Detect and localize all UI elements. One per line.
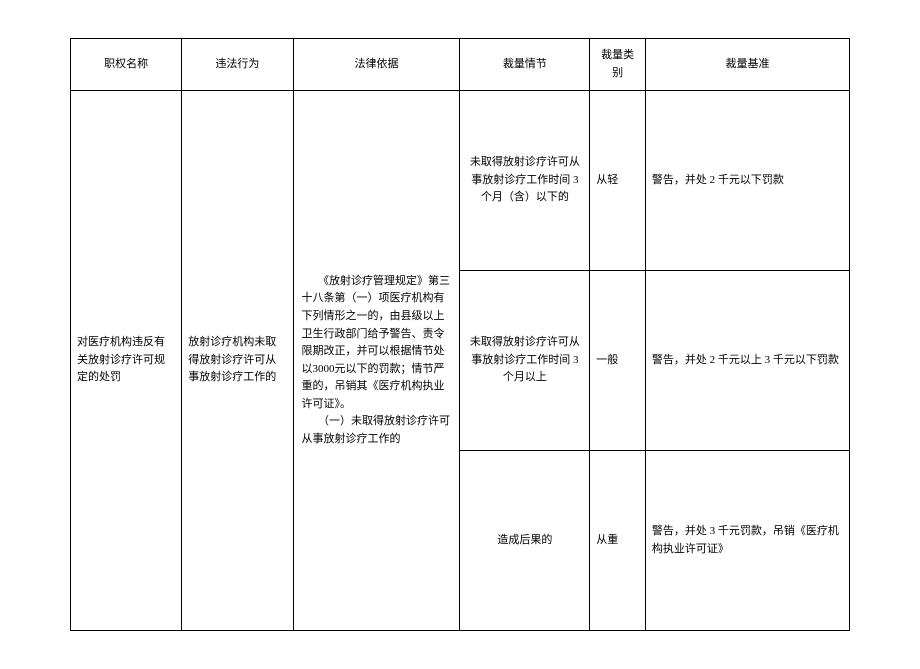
cell-standard: 警告，并处 3 千元罚款，吊销《医疗机构执业许可证》 <box>645 451 849 631</box>
header-category: 裁量类别 <box>590 39 646 91</box>
cell-violation: 放射诊疗机构未取得放射诊疗许可从事放射诊疗工作的 <box>182 91 293 631</box>
header-violation: 违法行为 <box>182 39 293 91</box>
cell-standard: 警告，并处 2 千元以下罚款 <box>645 91 849 271</box>
cell-category: 从轻 <box>590 91 646 271</box>
header-circumstance: 裁量情节 <box>460 39 590 91</box>
table-row: 对医疗机构违反有关放射诊疗许可规定的处罚 放射诊疗机构未取得放射诊疗许可从事放射… <box>71 91 850 271</box>
cell-legal-basis: 《放射诊疗管理规定》第三十八条第（一）项医疗机构有下列情形之一的，由县级以上卫生… <box>293 91 460 631</box>
cell-category: 从重 <box>590 451 646 631</box>
header-standard: 裁量基准 <box>645 39 849 91</box>
cell-authority: 对医疗机构违反有关放射诊疗许可规定的处罚 <box>71 91 182 631</box>
cell-circumstance: 未取得放射诊疗许可从事放射诊疗工作时间 3 个月（含）以下的 <box>460 91 590 271</box>
header-row: 职权名称 违法行为 法律依据 裁量情节 裁量类别 裁量基准 <box>71 39 850 91</box>
cell-category: 一般 <box>590 271 646 451</box>
cell-standard: 警告，并处 2 千元以上 3 千元以下罚款 <box>645 271 849 451</box>
discretion-table: 职权名称 违法行为 法律依据 裁量情节 裁量类别 裁量基准 对医疗机构违反有关放… <box>70 38 850 631</box>
cell-circumstance: 造成后果的 <box>460 451 590 631</box>
header-authority: 职权名称 <box>71 39 182 91</box>
cell-circumstance: 未取得放射诊疗许可从事放射诊疗工作时间 3 个月以上 <box>460 271 590 451</box>
header-legal-basis: 法律依据 <box>293 39 460 91</box>
